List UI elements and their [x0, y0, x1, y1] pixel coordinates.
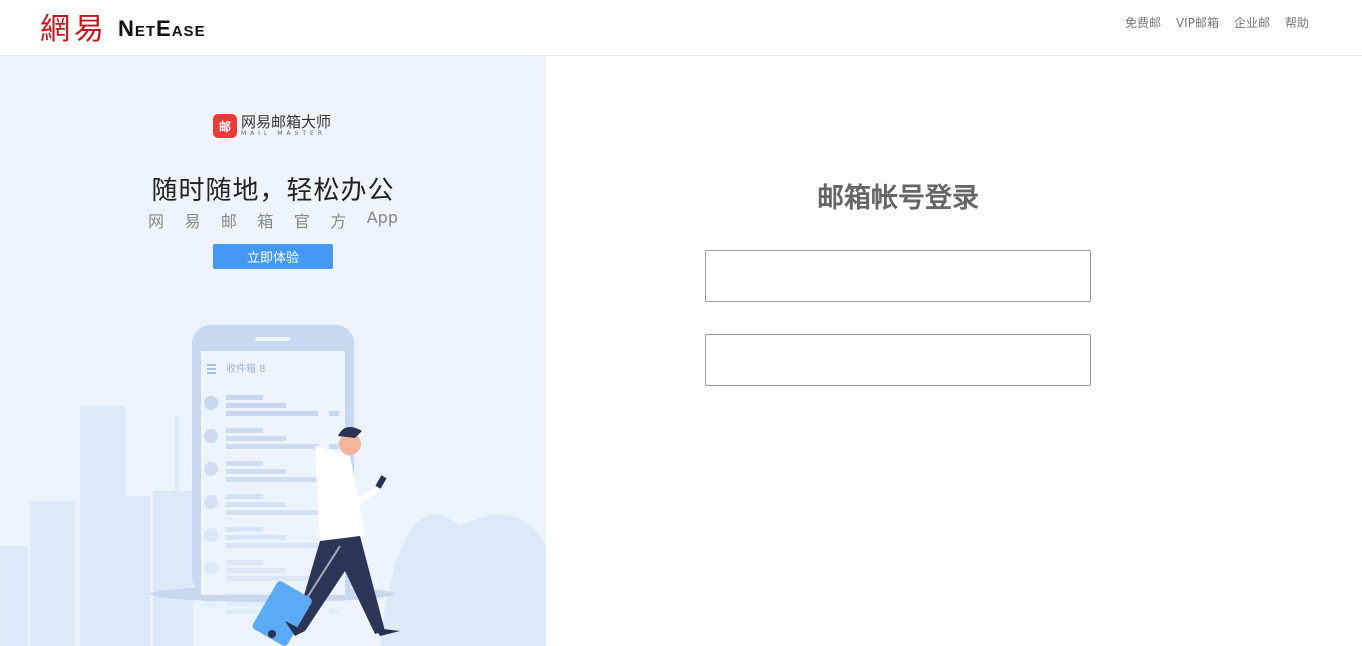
subtitle-char: 网: [148, 212, 165, 231]
nav-free-mail[interactable]: 免费邮: [1125, 14, 1161, 31]
promo-panel: 邮 网易邮箱大师 MAIL MASTER 随时随地，轻松办公 网 易 邮 箱 官…: [0, 56, 546, 646]
inbox-label: 收件箱 8: [226, 364, 266, 375]
login-title: 邮箱帐号登录: [817, 183, 979, 214]
subtitle-char: 官: [293, 212, 310, 231]
nav-help[interactable]: 帮助: [1285, 14, 1309, 31]
nav-vip-mail[interactable]: VIP邮箱: [1176, 14, 1219, 31]
password-input[interactable]: [705, 334, 1091, 386]
logo-cn: 網易: [40, 12, 108, 47]
promo-subtitle: 网 易 邮 箱 官 方 App: [148, 208, 398, 232]
subtitle-char: App: [366, 208, 398, 227]
top-header: 網易 NetEase 免费邮 VIP邮箱 企业邮 帮助: [0, 0, 1362, 56]
netease-logo[interactable]: 網易 NetEase: [40, 4, 206, 48]
subtitle-char: 邮: [220, 212, 237, 231]
promo-slogan: 随时随地，轻松办公: [151, 176, 395, 206]
mail-master-logo: 邮 网易邮箱大师 MAIL MASTER: [213, 114, 331, 138]
account-input[interactable]: [705, 250, 1091, 302]
mail-master-icon: 邮: [213, 114, 237, 138]
top-nav: 免费邮 VIP邮箱 企业邮 帮助: [1125, 14, 1309, 31]
try-now-button[interactable]: 立即体验: [213, 244, 333, 269]
promo-illustration: [0, 325, 546, 646]
subtitle-char: 易: [184, 212, 201, 231]
nav-enterprise-mail[interactable]: 企业邮: [1234, 14, 1270, 31]
subtitle-char: 方: [330, 212, 347, 231]
mail-master-en: MAIL MASTER: [241, 130, 327, 137]
logo-en: NetEase: [118, 16, 206, 41]
mail-master-name: 网易邮箱大师: [241, 113, 332, 131]
subtitle-char: 箱: [257, 212, 274, 231]
